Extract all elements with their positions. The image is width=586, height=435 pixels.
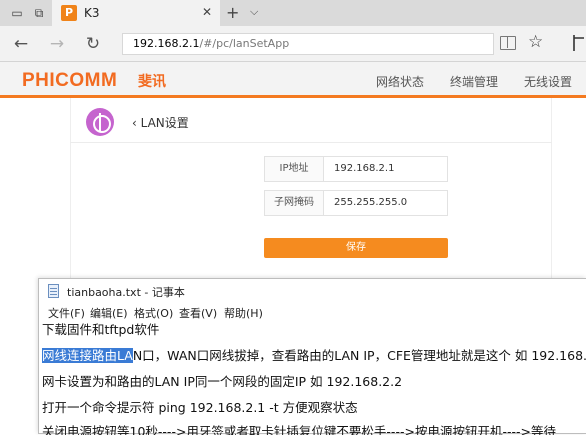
text-line-rest: N口，WAN口网线拔掉，查看路由的LAN IP，CFE管理地址就是这个 如 19… — [132, 348, 586, 363]
back-arrow-icon[interactable]: ← — [10, 33, 32, 55]
nav-device-management[interactable]: 终端管理 — [450, 73, 498, 90]
menu-edit[interactable]: 编辑(E) — [90, 305, 128, 321]
notepad-titlebar[interactable]: tianbaoha.txt - 记事本 — [39, 279, 586, 303]
lan-title: LAN设置 — [140, 116, 189, 130]
chevron-left-icon: ‹ — [132, 116, 141, 130]
forward-arrow-icon[interactable]: → — [46, 33, 68, 55]
text-line: 下载固件和tftpd软件 — [42, 322, 160, 337]
text-line: 打开一个命令提示符 ping 192.168.2.1 -t 方便观察状态 — [42, 400, 358, 415]
phicomm-logo: PHICOMM — [22, 70, 118, 91]
address-bar[interactable]: 192.168.2.1/#/pc/lanSetApp — [122, 33, 494, 55]
phicomm-logo-cn: 斐讯 — [138, 74, 166, 90]
new-tab-icon[interactable]: + — [226, 3, 239, 22]
url-path: /#/pc/lanSetApp — [199, 37, 290, 50]
tab-back-icon[interactable]: ⧉ — [30, 4, 48, 22]
nav-wireless-settings[interactable]: 无线设置 — [524, 73, 572, 90]
hub-icon[interactable] — [572, 34, 586, 52]
menu-view[interactable]: 查看(V) — [179, 305, 217, 321]
notepad-menubar: 文件(F) 编辑(E) 格式(O) 查看(V) 帮助(H) — [39, 303, 586, 321]
url-host: 192.168.2.1 — [133, 37, 200, 50]
favorite-star-icon[interactable]: ☆ — [528, 32, 543, 52]
menu-file[interactable]: 文件(F) — [48, 305, 85, 321]
notepad-window: tianbaoha.txt - 记事本 文件(F) 编辑(E) 格式(O) 查看… — [38, 278, 586, 435]
tab-list-icon[interactable]: ⌵ — [250, 5, 258, 19]
nav-network-status[interactable]: 网络状态 — [376, 73, 424, 90]
router-header: PHICOMM 斐讯 网络状态 终端管理 无线设置 — [0, 62, 586, 98]
tab-close-icon[interactable]: ✕ — [202, 5, 212, 19]
notepad-text-area[interactable]: 下载固件和tftpd软件 网线连接路由LAN口，WAN口网线拔掉，查看路由的LA… — [39, 321, 586, 435]
card-divider — [70, 142, 552, 143]
text-line: 网线连接路由LAN口，WAN口网线拔掉，查看路由的LAN IP，CFE管理地址就… — [42, 347, 586, 365]
ip-address-label: IP地址 — [264, 156, 324, 182]
subnet-mask-label: 子网掩码 — [264, 190, 324, 216]
browser-tab[interactable]: P K3 ✕ — [52, 0, 220, 26]
lan-back-link[interactable]: ‹ LAN设置 — [132, 114, 189, 131]
save-button[interactable]: 保存 — [264, 238, 448, 258]
menu-help[interactable]: 帮助(H) — [224, 305, 263, 321]
notepad-icon — [48, 284, 59, 298]
refresh-icon[interactable]: ↻ — [82, 33, 104, 55]
text-line: 网卡设置为和路由的LAN IP同一个网段的固定IP 如 192.168.2.2 — [42, 374, 403, 389]
subnet-mask-input[interactable]: 255.255.255.0 — [324, 190, 448, 216]
phicomm-favicon-icon: P — [61, 5, 77, 21]
reading-view-icon[interactable] — [500, 36, 516, 50]
browser-navbar: ← → ↻ 192.168.2.1/#/pc/lanSetApp ☆ — [0, 26, 586, 62]
menu-format[interactable]: 格式(O) — [134, 305, 173, 321]
lan-settings-icon — [86, 108, 114, 136]
selected-text: 网线连接路由LA — [42, 348, 133, 363]
notepad-title: tianbaoha.txt - 记事本 — [67, 286, 185, 299]
browser-tab-strip: ▭ ⧉ P K3 ✕ + ⌵ — [0, 0, 586, 26]
text-line: 关闭电源按钮等10秒---->用牙签或者取卡针插复位键不要松手---->按电源按… — [42, 424, 556, 435]
ip-address-input[interactable]: 192.168.2.1 — [324, 156, 448, 182]
tab-title: K3 — [84, 6, 100, 20]
tab-preview-icon[interactable]: ▭ — [8, 4, 26, 22]
